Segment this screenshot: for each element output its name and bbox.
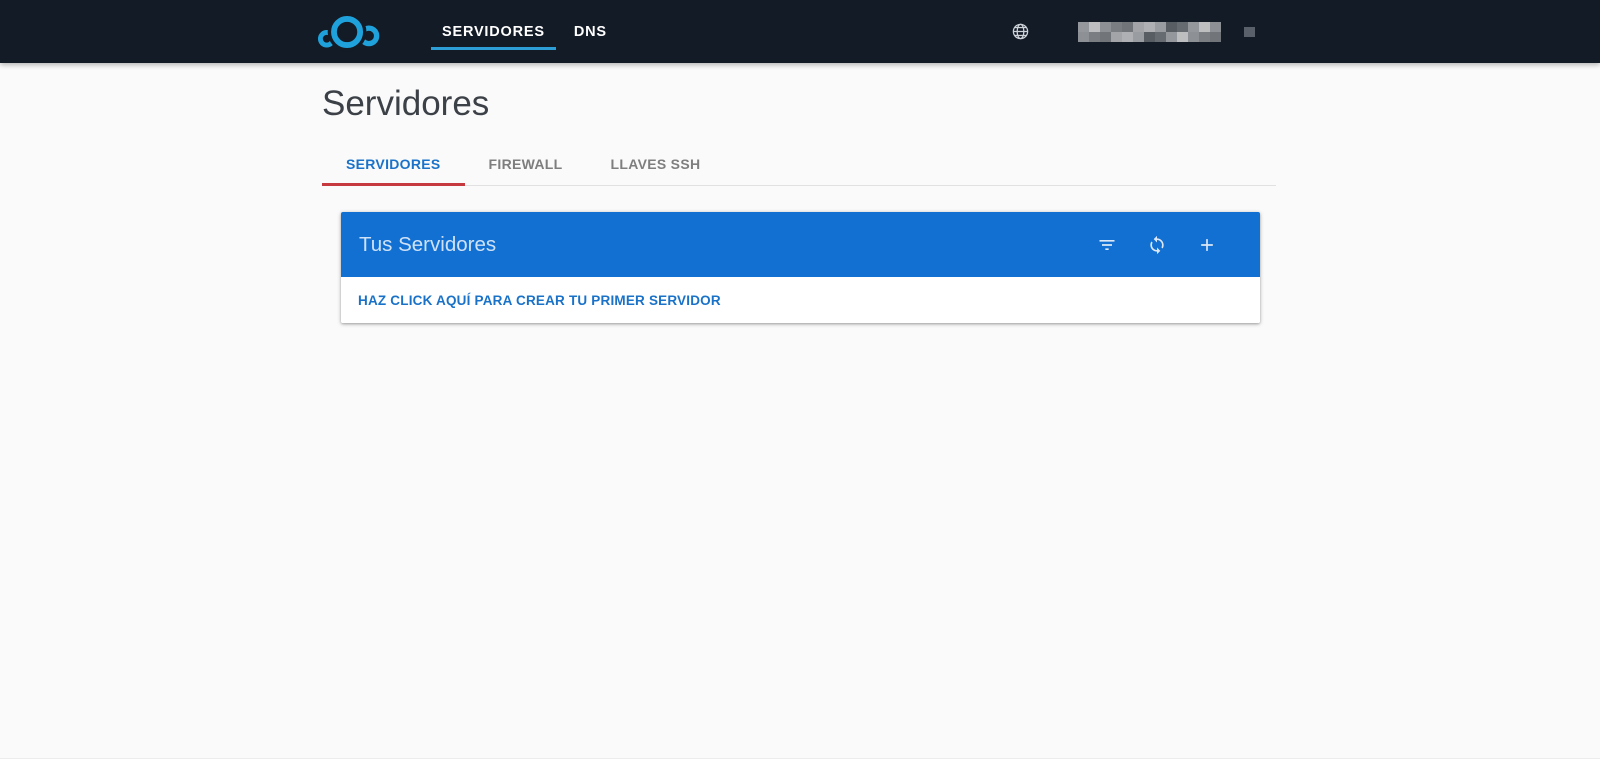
top-navbar: SERVIDORES DNS — [0, 0, 1600, 63]
section-tabs: SERVIDORES FIREWALL LLAVES SSH — [322, 143, 1276, 186]
filter-icon[interactable] — [1082, 225, 1132, 265]
tab-llaves-ssh[interactable]: LLAVES SSH — [587, 143, 725, 185]
redacted-username[interactable] — [1078, 22, 1221, 42]
language-globe-icon[interactable] — [1011, 22, 1030, 41]
panel-title: Tus Servidores — [359, 233, 496, 257]
main-nav: SERVIDORES DNS — [431, 0, 625, 63]
footer-strip — [0, 758, 1600, 765]
refresh-icon[interactable] — [1132, 225, 1182, 265]
tab-firewall[interactable]: FIREWALL — [465, 143, 587, 185]
redacted-menu-caret — [1244, 27, 1255, 37]
tab-servidores[interactable]: SERVIDORES — [322, 143, 465, 185]
nav-item-servidores[interactable]: SERVIDORES — [431, 0, 556, 63]
panel-actions — [1082, 225, 1232, 265]
empty-state-row: HAZ CLICK AQUÍ PARA CREAR TU PRIMER SERV… — [341, 277, 1260, 323]
cloud-logo[interactable] — [317, 12, 381, 52]
nav-item-dns[interactable]: DNS — [563, 0, 618, 63]
cloud-logo-icon — [317, 12, 381, 52]
main-content: Servidores SERVIDORES FIREWALL LLAVES SS… — [0, 63, 1277, 323]
navbar-right — [1011, 0, 1255, 63]
add-icon[interactable] — [1182, 225, 1232, 265]
servers-panel: Tus Servidores — [341, 212, 1260, 323]
create-first-server-link[interactable]: HAZ CLICK AQUÍ PARA CREAR TU PRIMER SERV… — [358, 293, 721, 308]
page-title: Servidores — [322, 63, 1277, 125]
servers-panel-header: Tus Servidores — [341, 212, 1260, 277]
